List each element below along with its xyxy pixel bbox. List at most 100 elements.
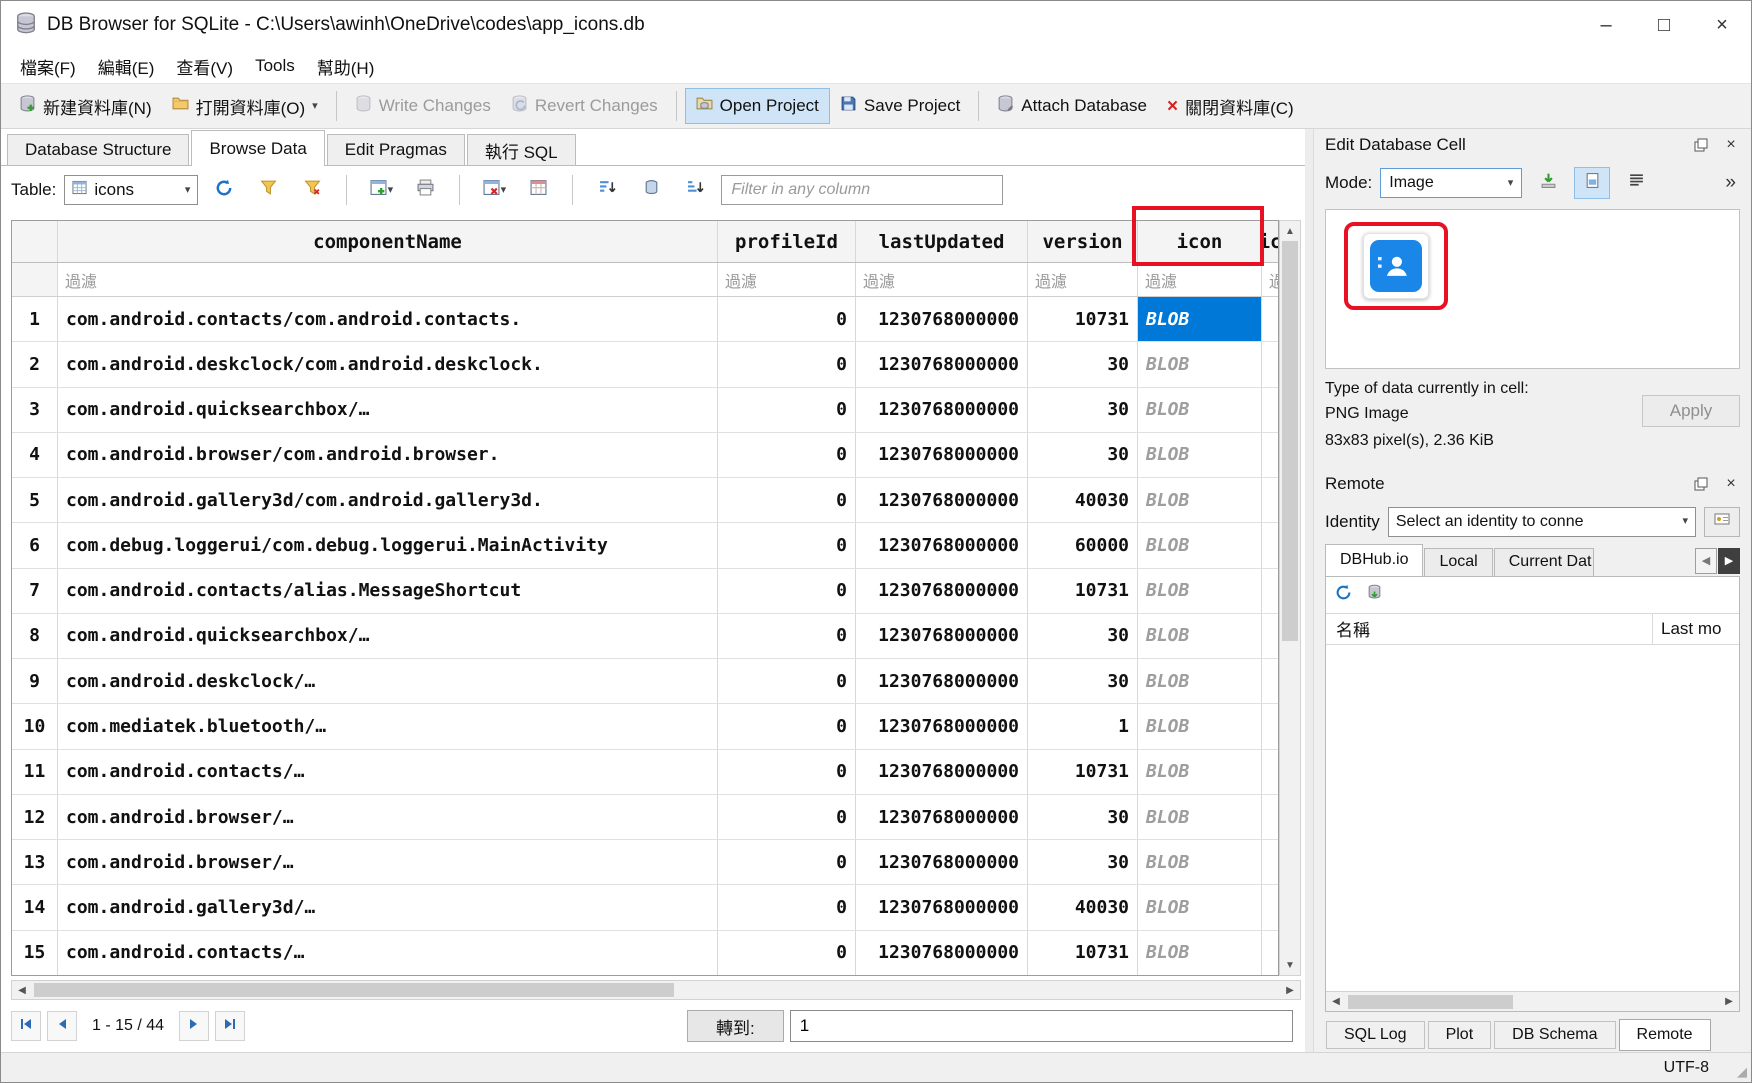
cell-lastupdated[interactable]: 1230768000000 bbox=[856, 795, 1028, 839]
scroll-right-arrow[interactable]: ▶ bbox=[1719, 992, 1739, 1011]
cell-icon-blob[interactable]: BLOB bbox=[1138, 523, 1262, 567]
cell-icon-blob[interactable]: BLOB bbox=[1138, 840, 1262, 884]
cell-overflow[interactable] bbox=[1262, 342, 1278, 386]
print-button[interactable] bbox=[407, 174, 443, 206]
tab-local[interactable]: Local bbox=[1424, 548, 1492, 576]
scroll-up-arrow[interactable]: ▲ bbox=[1280, 221, 1300, 241]
column-filter-input[interactable]: 過濾 bbox=[58, 263, 718, 296]
cell-icon-blob[interactable]: BLOB bbox=[1138, 614, 1262, 658]
new-record-button[interactable]: ▾ bbox=[363, 174, 399, 206]
resize-grip-icon[interactable]: ◢ bbox=[1737, 1064, 1747, 1080]
column-filter-input[interactable]: 過濾 bbox=[1262, 263, 1278, 296]
cell-version[interactable]: 10731 bbox=[1028, 750, 1138, 794]
previous-record-button[interactable] bbox=[47, 1011, 77, 1041]
row-number[interactable]: 8 bbox=[12, 614, 58, 658]
menu-view[interactable]: 查看(V) bbox=[165, 49, 244, 84]
cell-overflow[interactable] bbox=[1262, 704, 1278, 748]
cell-overflow[interactable] bbox=[1262, 659, 1278, 703]
table-row[interactable]: 1com.android.contacts/com.android.contac… bbox=[12, 297, 1278, 342]
revert-changes-button[interactable]: Revert Changes bbox=[501, 89, 668, 123]
maximize-button[interactable]: □ bbox=[1635, 1, 1693, 49]
column-filter-input[interactable]: 過濾 bbox=[1138, 263, 1262, 296]
table-row[interactable]: 6com.debug.loggerui/com.debug.loggerui.M… bbox=[12, 523, 1278, 568]
cell-componentname[interactable]: com.mediatek.bluetooth/… bbox=[58, 704, 718, 748]
scroll-left-arrow[interactable]: ◀ bbox=[12, 981, 32, 999]
cell-overflow[interactable] bbox=[1262, 478, 1278, 522]
cell-version[interactable]: 30 bbox=[1028, 388, 1138, 432]
first-record-button[interactable] bbox=[11, 1011, 41, 1041]
cell-version[interactable]: 10731 bbox=[1028, 931, 1138, 975]
cell-componentname[interactable]: com.android.contacts/com.android.contact… bbox=[58, 297, 718, 341]
table-row[interactable]: 12com.android.browser/…0123076800000030B… bbox=[12, 795, 1278, 840]
cell-version[interactable]: 40030 bbox=[1028, 478, 1138, 522]
cell-profileid[interactable]: 0 bbox=[718, 885, 856, 929]
tab-edit-pragmas[interactable]: Edit Pragmas bbox=[327, 134, 465, 165]
cell-version[interactable]: 30 bbox=[1028, 614, 1138, 658]
tab-sql-log[interactable]: SQL Log bbox=[1326, 1021, 1425, 1049]
cell-profileid[interactable]: 0 bbox=[718, 840, 856, 884]
cell-overflow[interactable] bbox=[1262, 523, 1278, 567]
row-number[interactable]: 14 bbox=[12, 885, 58, 929]
cell-componentname[interactable]: com.android.deskclock/com.android.deskcl… bbox=[58, 342, 718, 386]
row-number[interactable]: 12 bbox=[12, 795, 58, 839]
cell-version[interactable]: 60000 bbox=[1028, 523, 1138, 567]
cell-componentname[interactable]: com.android.gallery3d/… bbox=[58, 885, 718, 929]
last-record-button[interactable] bbox=[215, 1011, 245, 1041]
caret-down-icon[interactable]: ▾ bbox=[312, 101, 318, 112]
goto-button[interactable]: 轉到: bbox=[687, 1010, 784, 1042]
cell-overflow[interactable] bbox=[1262, 388, 1278, 432]
column-header-icon[interactable]: icon bbox=[1138, 221, 1262, 262]
remote-file-list[interactable] bbox=[1326, 645, 1739, 991]
row-number[interactable]: 11 bbox=[12, 750, 58, 794]
cell-profileid[interactable]: 0 bbox=[718, 704, 856, 748]
cell-profileid[interactable]: 0 bbox=[718, 388, 856, 432]
cell-lastupdated[interactable]: 1230768000000 bbox=[856, 840, 1028, 884]
cell-profileid[interactable]: 0 bbox=[718, 750, 856, 794]
tab-dbhub[interactable]: DBHub.io bbox=[1325, 544, 1423, 576]
row-number[interactable]: 4 bbox=[12, 433, 58, 477]
table-row[interactable]: 2com.android.deskclock/com.android.deskc… bbox=[12, 342, 1278, 387]
row-number[interactable]: 15 bbox=[12, 931, 58, 975]
duplicate-record-button[interactable] bbox=[520, 174, 556, 206]
cell-profileid[interactable]: 0 bbox=[718, 659, 856, 703]
row-number[interactable]: 10 bbox=[12, 704, 58, 748]
cell-overflow[interactable] bbox=[1262, 840, 1278, 884]
menu-tools[interactable]: Tools bbox=[244, 51, 306, 81]
cell-lastupdated[interactable]: 1230768000000 bbox=[856, 659, 1028, 703]
cell-icon-blob[interactable]: BLOB bbox=[1138, 388, 1262, 432]
import-data-button[interactable] bbox=[1530, 167, 1566, 199]
clear-filters-button[interactable] bbox=[294, 174, 330, 206]
cell-componentname[interactable]: com.android.contacts/alias.MessageShortc… bbox=[58, 569, 718, 613]
cell-icon-blob[interactable]: BLOB bbox=[1138, 569, 1262, 613]
table-row[interactable]: 15com.android.contacts/…0123076800000010… bbox=[12, 931, 1278, 975]
cell-icon-blob[interactable]: BLOB bbox=[1138, 659, 1262, 703]
row-number[interactable]: 6 bbox=[12, 523, 58, 567]
row-number[interactable]: 13 bbox=[12, 840, 58, 884]
cell-componentname[interactable]: com.android.quicksearchbox/… bbox=[58, 614, 718, 658]
column-filter-input[interactable]: 過濾 bbox=[856, 263, 1028, 296]
column-header-lastupdated[interactable]: lastUpdated bbox=[856, 221, 1028, 262]
undock-icon[interactable] bbox=[1692, 136, 1710, 154]
tab-scroll-right-button[interactable]: ▶ bbox=[1718, 548, 1740, 574]
cell-lastupdated[interactable]: 1230768000000 bbox=[856, 569, 1028, 613]
column-header-overflow[interactable]: ic bbox=[1262, 221, 1278, 262]
cell-componentname[interactable]: com.debug.loggerui/com.debug.loggerui.Ma… bbox=[58, 523, 718, 567]
open-project-button[interactable]: Open Project bbox=[685, 88, 830, 124]
delete-record-button[interactable]: ▾ bbox=[476, 174, 512, 206]
cell-icon-blob[interactable]: BLOB bbox=[1138, 750, 1262, 794]
cell-componentname[interactable]: com.android.contacts/… bbox=[58, 931, 718, 975]
cell-version[interactable]: 40030 bbox=[1028, 885, 1138, 929]
horizontal-scrollbar-thumb[interactable] bbox=[34, 983, 674, 997]
table-row[interactable]: 4com.android.browser/com.android.browser… bbox=[12, 433, 1278, 478]
table-row[interactable]: 11com.android.contacts/…0123076800000010… bbox=[12, 750, 1278, 795]
remote-refresh-icon[interactable] bbox=[1335, 584, 1352, 606]
cell-lastupdated[interactable]: 1230768000000 bbox=[856, 523, 1028, 567]
text-mode-button[interactable] bbox=[1618, 167, 1654, 199]
row-number[interactable]: 7 bbox=[12, 569, 58, 613]
menu-help[interactable]: 幫助(H) bbox=[306, 49, 386, 84]
cell-lastupdated[interactable]: 1230768000000 bbox=[856, 885, 1028, 929]
write-changes-button[interactable]: Write Changes bbox=[345, 89, 501, 123]
clone-database-icon[interactable] bbox=[1366, 584, 1383, 606]
menu-file[interactable]: 檔案(F) bbox=[9, 49, 87, 84]
tab-current-database[interactable]: Current Dat bbox=[1494, 548, 1594, 576]
